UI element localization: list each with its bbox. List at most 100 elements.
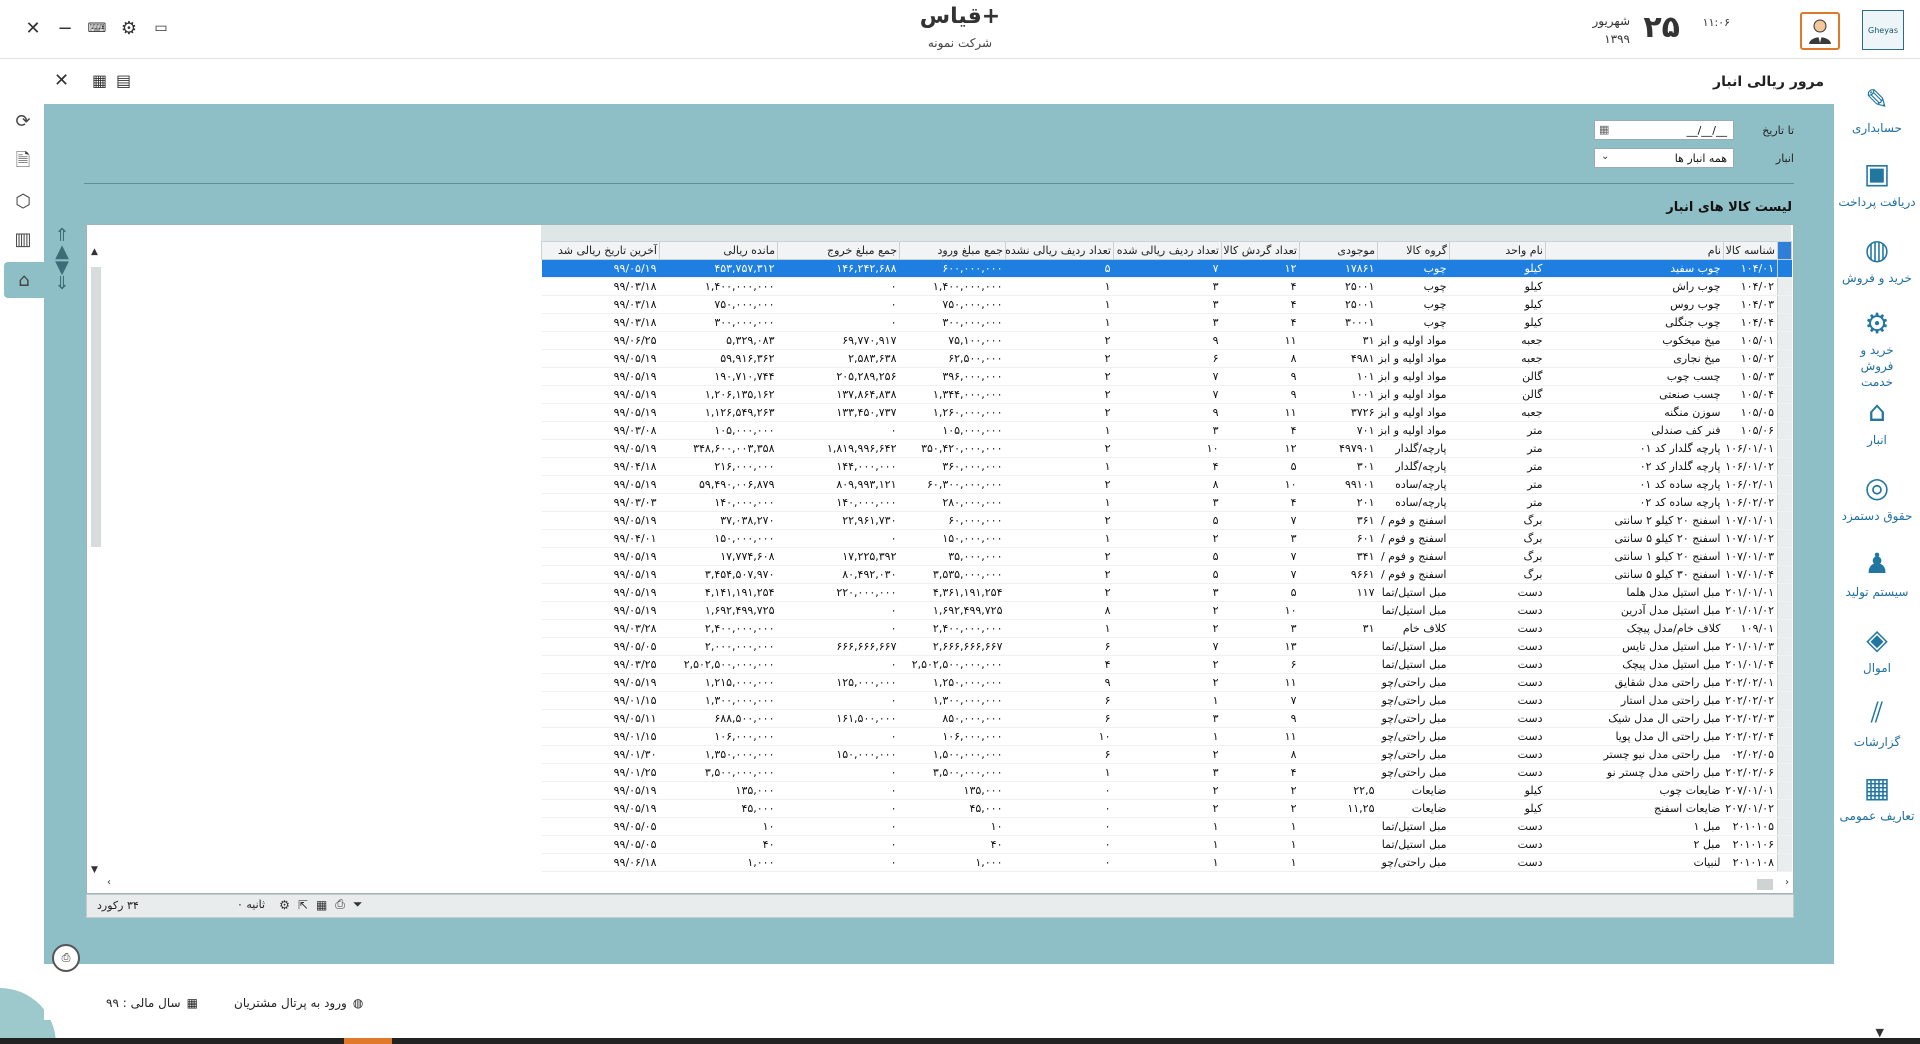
- close-page-icon[interactable]: ✕: [54, 70, 69, 91]
- grid-icon[interactable]: ▦: [92, 71, 107, 90]
- table-row[interactable]: ۱۰۶/۰۱/۰۲ پارچه گلدار کد ۰۲ متر پارچه/گلدار…: [541, 457, 1792, 476]
- table-row[interactable]: ۱۰۵/۰۴ چسب صنعتی گالن مواد اولیه و ابزا ۱۰۰۱…: [541, 385, 1792, 404]
- printer-circle-icon[interactable]: ⎙: [52, 944, 80, 972]
- nav-service-sales[interactable]: ⚙ خرید و فروش خدمت: [1834, 304, 1920, 390]
- table-row[interactable]: ۰۲/۰۲/۰۵ مبل راحتی مدل نیو چستر دست مبل راح…: [541, 745, 1792, 764]
- row-indicator[interactable]: [1777, 331, 1792, 350]
- col-header[interactable]: آخرین تاریخ ریالی شد: [541, 241, 660, 260]
- table-row[interactable]: ۱۰۴/۰۴ چوب جنگلی کیلو چوب ۳۰۰۰۱ ۴ ۳ ۱ ۳۰۰,۰۰۰,۰۰…: [541, 313, 1792, 332]
- row-indicator[interactable]: [1777, 655, 1792, 674]
- table-row[interactable]: ۲۰۲/۰۲/۰۴ مبل راحتی ال مدل پویا دست مبل راح…: [541, 727, 1792, 746]
- row-indicator[interactable]: [1777, 637, 1792, 656]
- table-row[interactable]: ۲۰۱۰۱۰۸لنبیاتدستمبل راحتی/چو ۱۱۱۰۱,۰۰۰۰۱…: [541, 853, 1792, 872]
- table-row[interactable]: ۱۰۵/۰۶ فنر کف صندلی متر مواد اولیه و ابزا ۷۰…: [541, 421, 1792, 440]
- vertical-scrollbar[interactable]: ▲ ▼: [89, 245, 103, 875]
- scroll-left-icon[interactable]: ‹: [107, 877, 111, 888]
- table-row[interactable]: ۱۰۵/۰۵ سوزن منگنه جعبه مواد اولیه و ابزا ۳۷۲…: [541, 403, 1792, 422]
- scroll-up-icon[interactable]: ▲: [91, 247, 98, 257]
- table-row[interactable]: ۲۰۱۰۱۰۶مبل ۲دستمبل استیل/تما ۲۱۱۰۴۰۰۴۰۹۹…: [541, 835, 1792, 854]
- nav-reports[interactable]: ⫽ گزارشات: [1834, 694, 1920, 750]
- table-row[interactable]: ۱۰۷/۰۱/۰۴ اسفنج ۳۰ کیلو ۵ سانتی برگ اسفنج و…: [541, 565, 1792, 584]
- table-row[interactable]: ۱۰۷/۰۱/۰۱ اسفنج ۲۰ کیلو ۲ سانتی برگ اسفنج و…: [541, 511, 1792, 530]
- warehouse-select[interactable]: همه انبار ها ⌄: [1594, 148, 1734, 168]
- row-indicator[interactable]: [1777, 565, 1792, 584]
- table-row[interactable]: ۱۰۶/۰۲/۰۲ پارچه ساده کد ۰۲ متر پارچه/ساده ۲۰…: [541, 493, 1792, 512]
- row-indicator[interactable]: [1777, 349, 1792, 368]
- table-row[interactable]: ۱۰۶/۰۱/۰۱ پارچه گلدار کد ۰۱ متر پارچه/گلدار…: [541, 439, 1792, 458]
- scroll-down-icon[interactable]: ▼: [91, 865, 98, 875]
- calendar-icon[interactable]: ▤: [116, 71, 131, 90]
- calendar-picker-icon[interactable]: ▦: [1599, 123, 1609, 136]
- table-row[interactable]: ۱۰۴/۰۳ چوب روس کیلو چوب ۲۵۰۰۱ ۴ ۳ ۱ ۷۵۰,۰۰۰,۰۰۰ ۰…: [541, 295, 1792, 314]
- row-indicator[interactable]: [1777, 727, 1792, 746]
- table-row[interactable]: ۲۰۱/۰۱/۰۴ مبل استیل مدل پیچک دست مبل استیل/…: [541, 655, 1792, 674]
- table-row[interactable]: ۱۰۴/۰۲ چوب راش کیلو چوب ۲۵۰۰۱ ۴ ۳ ۱ ۱,۴۰۰,۰۰۰,۰۰…: [541, 277, 1792, 296]
- nav-sales[interactable]: ◍ خرید و فروش: [1834, 230, 1920, 286]
- row-indicator[interactable]: [1777, 421, 1792, 440]
- gear-icon[interactable]: ⚙: [118, 17, 140, 39]
- export-document-icon[interactable]: 🗎: [10, 150, 36, 176]
- package-icon[interactable]: ⬡: [10, 188, 36, 214]
- columns-icon[interactable]: ▦: [316, 898, 327, 912]
- scroll-thumb[interactable]: [91, 267, 101, 547]
- table-row[interactable]: ۱۰۵/۰۱ میخ میخکوب جعبه مواد اولیه و ابزا ۳۱ ۱…: [541, 331, 1792, 350]
- row-indicator[interactable]: [1777, 673, 1792, 692]
- nav-production[interactable]: ♟ سیستم تولید: [1834, 544, 1920, 600]
- table-row[interactable]: ۱۰۶/۰۲/۰۱ پارچه ساده کد ۰۱ متر پارچه/ساده ۹۹…: [541, 475, 1792, 494]
- table-row[interactable]: ۲۰۱۰۱۰۵مبل ۱دستمبل استیل/تما ۱۱۱۰۱۰۰۱۰۹۹…: [541, 817, 1792, 836]
- row-indicator[interactable]: [1777, 583, 1792, 602]
- table-row[interactable]: ۱۰۷/۰۱/۰۲ اسفنج ۲۰ کیلو ۵ سانتی برگ اسفنج و…: [541, 529, 1792, 548]
- table-row[interactable]: ۱۰۴/۰۱ چوب سفید کیلو چوب ۱۷۸۶۱ ۱۲ ۷ ۵ ۶۰۰,۰۰۰,۰۰…: [541, 259, 1792, 278]
- minimize-icon[interactable]: −: [54, 17, 76, 39]
- row-indicator[interactable]: [1777, 835, 1792, 854]
- col-header[interactable]: موجودی: [1299, 241, 1378, 260]
- row-indicator[interactable]: [1777, 691, 1792, 710]
- col-header[interactable]: نام واحد: [1449, 241, 1546, 260]
- col-header[interactable]: جمع مبلغ ورود: [899, 241, 1006, 260]
- row-indicator[interactable]: [1777, 763, 1792, 782]
- col-header[interactable]: جمع مبلغ خروج: [777, 241, 900, 260]
- row-indicator[interactable]: [1777, 313, 1792, 332]
- row-indicator[interactable]: [1777, 529, 1792, 548]
- table-row[interactable]: ۲۰۲/۰۲/۰۲ مبل راحتی مدل استار دست مبل راحتی…: [541, 691, 1792, 710]
- table-row[interactable]: ۱۰۵/۰۲ میخ نجاری جعبه مواد اولیه و ابزا ۴۹۸۱…: [541, 349, 1792, 368]
- export-icon[interactable]: ⇱: [298, 898, 308, 912]
- row-indicator[interactable]: [1777, 385, 1792, 404]
- row-indicator[interactable]: [1777, 853, 1792, 872]
- close-icon[interactable]: ✕: [22, 17, 44, 39]
- table-row[interactable]: ۲۰۲/۰۲/۰۶ مبل راحتی مدل چستر نو دست مبل راح…: [541, 763, 1792, 782]
- h-scroll-thumb[interactable]: [1757, 879, 1773, 890]
- row-indicator[interactable]: [1777, 295, 1792, 314]
- nav-warehouse[interactable]: ⌂ انبار: [1834, 392, 1920, 448]
- table-row[interactable]: ۲۰۱/۰۱/۰۱ مبل استیل مدل هلما دست مبل استیل/…: [541, 583, 1792, 602]
- horizontal-scrollbar[interactable]: ‹ ›: [107, 877, 1789, 891]
- table-row[interactable]: ۲۰۱/۰۱/۰۲ مبل استیل مدل آدرین دست مبل استیل…: [541, 601, 1792, 620]
- layout-icon[interactable]: ▥: [10, 226, 36, 252]
- row-indicator[interactable]: [1777, 781, 1792, 800]
- to-date-field[interactable]: __/__/__ ▦: [1594, 120, 1734, 140]
- row-indicator[interactable]: [1777, 457, 1792, 476]
- row-indicator[interactable]: [1777, 799, 1792, 818]
- table-row[interactable]: ۲۰۷/۰۱/۰۲ ضایعات اسفنج کیلو ضایعات ۱۱,۲۵ ۲ ۲ ۰ ۴…: [541, 799, 1792, 818]
- row-indicator[interactable]: [1777, 547, 1792, 566]
- row-indicator[interactable]: [1777, 259, 1792, 278]
- customer-portal-link[interactable]: ◍ ورود به پرتال مشتریان: [234, 996, 363, 1010]
- monitor-icon[interactable]: ▭: [150, 17, 172, 39]
- row-indicator[interactable]: [1777, 745, 1792, 764]
- table-row[interactable]: ۱۰۷/۰۱/۰۳ اسفنج ۲۰ کیلو ۱ سانتی برگ اسفنج و…: [541, 547, 1792, 566]
- row-indicator[interactable]: [1777, 277, 1792, 296]
- table-row[interactable]: ۱۰۹/۰۱ کلاف خام/مدل پیچک دست کلاف خام ۳۱ ۳ ۲ ۱ ۲…: [541, 619, 1792, 638]
- table-row[interactable]: ۲۰۲/۰۲/۰۱ مبل راحتی مدل شقایق دست مبل راحتی…: [541, 673, 1792, 692]
- refresh-icon[interactable]: ⟳: [10, 108, 36, 134]
- keyboard-icon[interactable]: ⌨: [86, 17, 108, 39]
- scroll-right-icon[interactable]: ›: [1785, 877, 1789, 888]
- table-row[interactable]: ۱۰۵/۰۳ چسب چوب گالن مواد اولیه و ابزا ۱۰۱ ۹ ۷ ۲…: [541, 367, 1792, 386]
- col-header[interactable]: تعداد ردیف ریالی نشده: [1005, 241, 1114, 260]
- row-indicator[interactable]: [1777, 511, 1792, 530]
- settings-icon[interactable]: ⚙: [279, 898, 290, 912]
- row-indicator[interactable]: [1777, 367, 1792, 386]
- col-header[interactable]: گروه کالا: [1377, 241, 1450, 260]
- row-indicator[interactable]: [1777, 403, 1792, 422]
- table-row[interactable]: ۲۰۱/۰۱/۰۳ مبل استیل مدل تایس دست مبل استیل/…: [541, 637, 1792, 656]
- select-all-icon[interactable]: [1777, 241, 1792, 260]
